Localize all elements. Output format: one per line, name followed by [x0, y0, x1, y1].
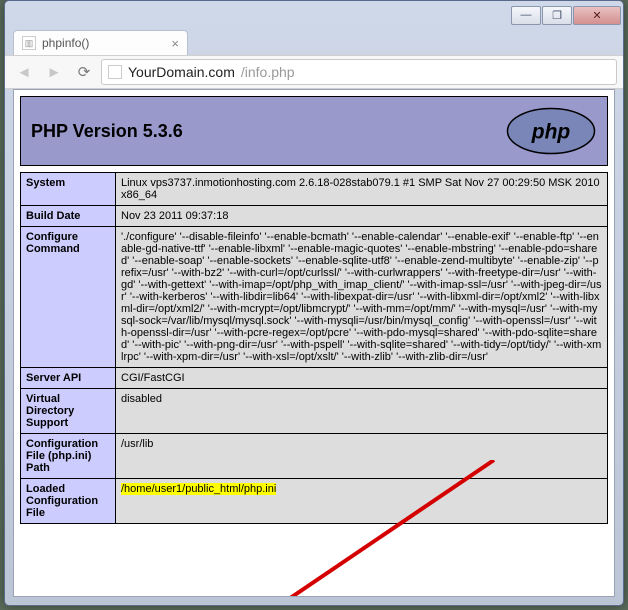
window-titlebar: — ❐ ✕: [5, 1, 623, 29]
php-version-title: PHP Version 5.3.6: [31, 121, 183, 142]
row-label: System: [21, 173, 116, 206]
php-logo-icon: php: [505, 107, 597, 155]
table-row: Configuration File (php.ini) Path/usr/li…: [21, 434, 608, 479]
browser-window: — ❐ ✕ ▥ phpinfo() × ◄ ► ⟳ YourDomain.com…: [4, 0, 624, 606]
address-bar[interactable]: YourDomain.com/info.php: [101, 59, 617, 85]
browser-toolbar: ◄ ► ⟳ YourDomain.com/info.php: [5, 55, 623, 89]
row-label: Configure Command: [21, 227, 116, 368]
row-value: './configure' '--disable-fileinfo' '--en…: [116, 227, 608, 368]
table-row: Configure Command'./configure' '--disabl…: [21, 227, 608, 368]
reload-button[interactable]: ⟳: [71, 59, 97, 85]
tab-strip: ▥ phpinfo() ×: [5, 29, 623, 55]
row-label: Virtual Directory Support: [21, 389, 116, 434]
minimize-button[interactable]: —: [511, 6, 541, 25]
row-label: Configuration File (php.ini) Path: [21, 434, 116, 479]
table-row: Virtual Directory Supportdisabled: [21, 389, 608, 434]
row-value: disabled: [116, 389, 608, 434]
table-row: SystemLinux vps3737.inmotionhosting.com …: [21, 173, 608, 206]
table-row: Build DateNov 23 2011 09:37:18: [21, 206, 608, 227]
row-value: /usr/lib: [116, 434, 608, 479]
svg-text:php: php: [531, 121, 571, 144]
highlighted-value: /home/user1/public_html/php.ini: [121, 483, 276, 495]
url-path: /info.php: [241, 64, 295, 80]
row-value: CGI/FastCGI: [116, 368, 608, 389]
maximize-button[interactable]: ❐: [542, 6, 572, 25]
table-row: Loaded Configuration File/home/user1/pub…: [21, 479, 608, 524]
row-label: Build Date: [21, 206, 116, 227]
site-icon: [108, 65, 122, 79]
row-label: Server API: [21, 368, 116, 389]
file-icon: ▥: [22, 36, 36, 50]
window-controls: — ❐ ✕: [511, 6, 621, 25]
row-value: Nov 23 2011 09:37:18: [116, 206, 608, 227]
close-icon[interactable]: ×: [171, 36, 179, 51]
tab-title: phpinfo(): [42, 36, 89, 50]
row-label: Loaded Configuration File: [21, 479, 116, 524]
php-header: PHP Version 5.3.6 php: [20, 96, 608, 166]
page-content: PHP Version 5.3.6 php SystemLinux vps373…: [13, 89, 615, 597]
row-value: Linux vps3737.inmotionhosting.com 2.6.18…: [116, 173, 608, 206]
forward-button[interactable]: ►: [41, 59, 67, 85]
back-button[interactable]: ◄: [11, 59, 37, 85]
table-row: Server APICGI/FastCGI: [21, 368, 608, 389]
row-value: /home/user1/public_html/php.ini: [116, 479, 608, 524]
url-host: YourDomain.com: [128, 64, 235, 80]
tab-phpinfo[interactable]: ▥ phpinfo() ×: [13, 30, 188, 55]
close-button[interactable]: ✕: [573, 6, 621, 25]
phpinfo-table: SystemLinux vps3737.inmotionhosting.com …: [20, 172, 608, 524]
